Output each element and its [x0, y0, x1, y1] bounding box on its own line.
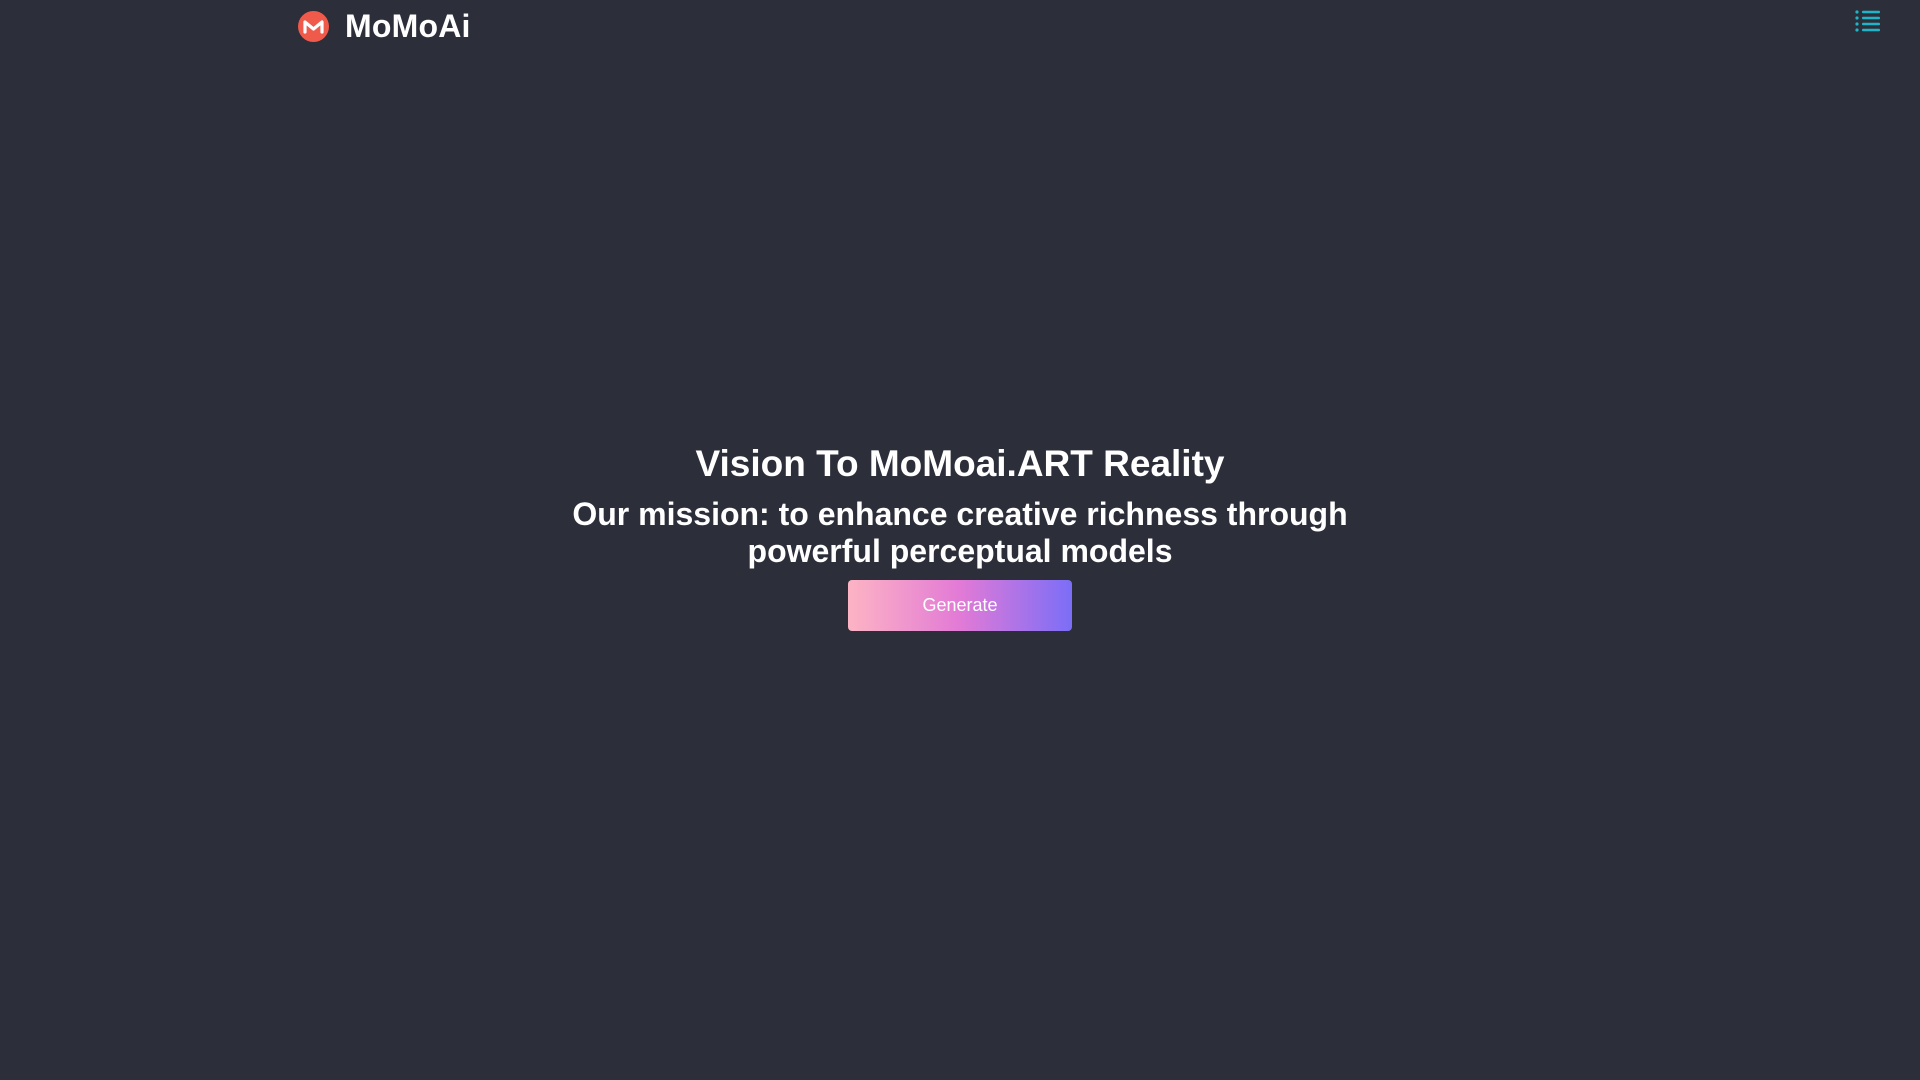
- top-header: MoMoAi: [0, 0, 1920, 54]
- hero-section: Vision To MoMoai.ART Reality Our mission…: [0, 440, 1920, 631]
- hero-subtitle: Our mission: to enhance creative richnes…: [572, 496, 1348, 569]
- generate-button[interactable]: Generate: [848, 580, 1072, 631]
- brand[interactable]: MoMoAi: [298, 7, 471, 44]
- monero-m-logo-icon: [298, 10, 329, 42]
- brand-name: MoMoAi: [345, 7, 471, 44]
- menu-button[interactable]: [1855, 9, 1881, 33]
- list-menu-icon: [1855, 10, 1880, 32]
- hero-title: Vision To MoMoai.ART Reality: [695, 443, 1225, 484]
